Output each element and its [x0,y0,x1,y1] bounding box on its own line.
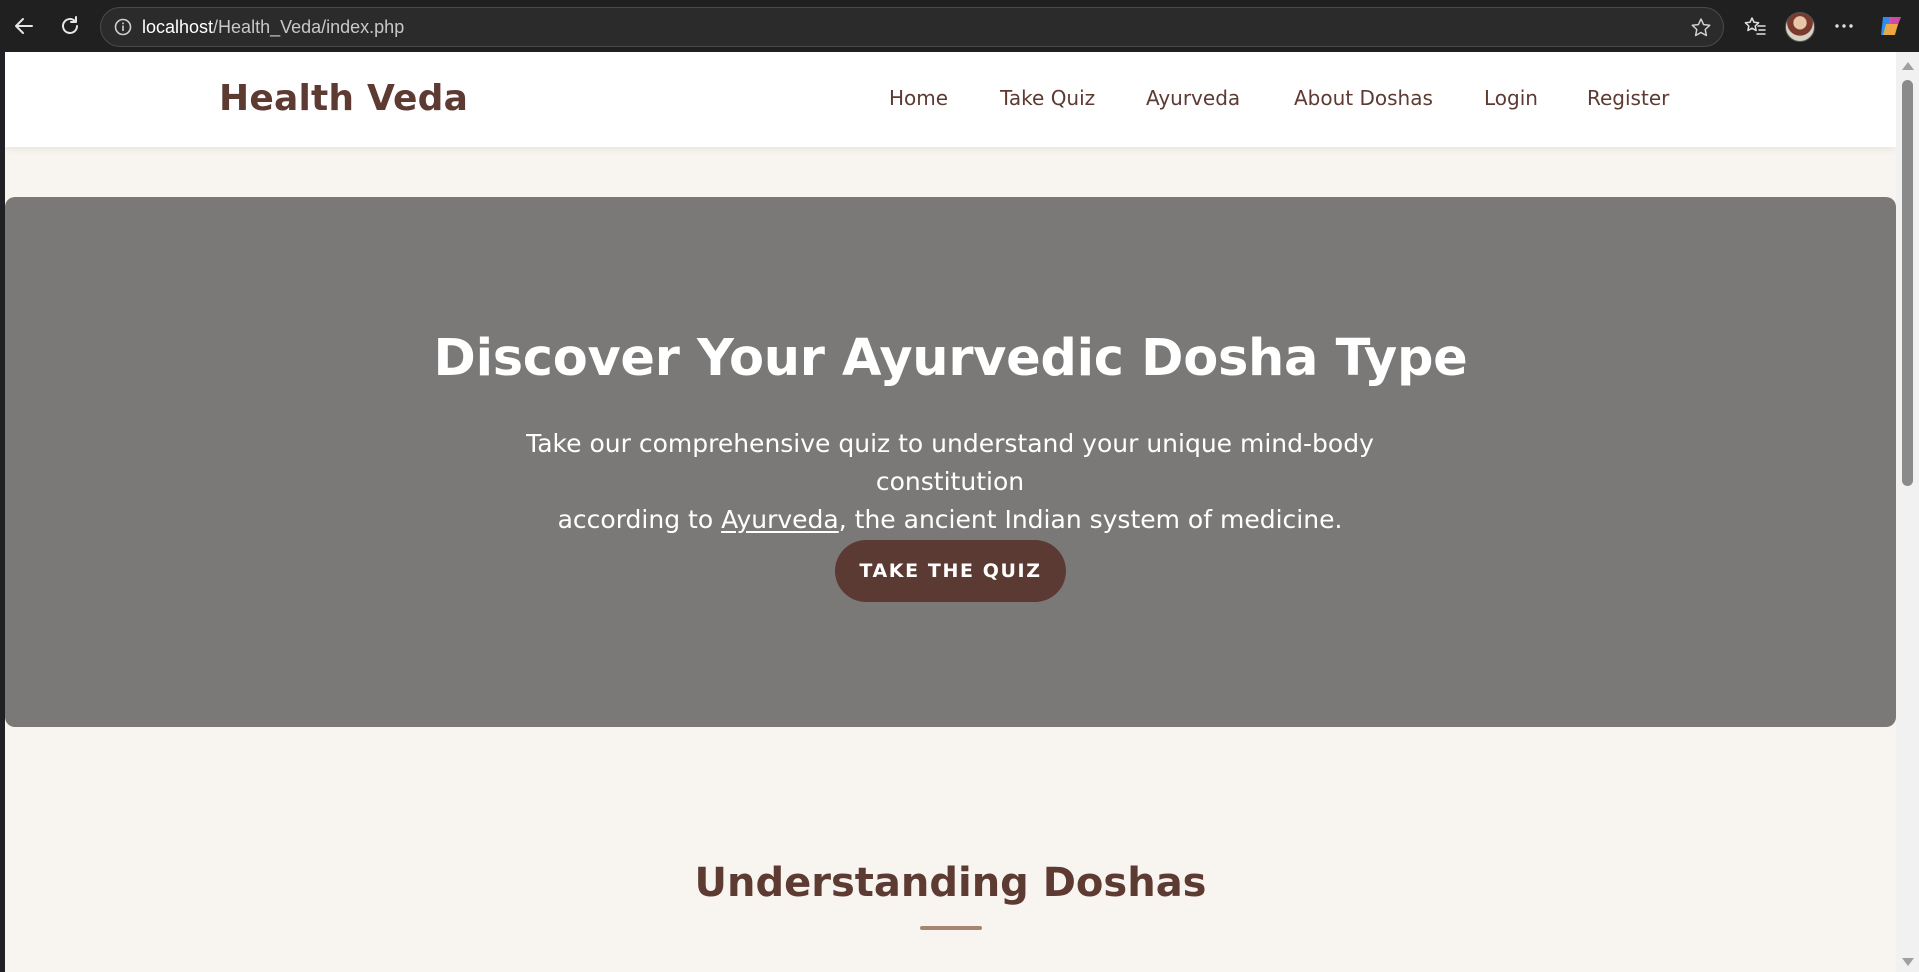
nav-about-doshas-link[interactable]: About Doshas [1294,86,1433,110]
nav-home-link[interactable]: Home [889,86,948,110]
hero-lead-post: , the ancient Indian system of medicine. [838,505,1343,534]
site-info-icon[interactable] [113,17,133,37]
nav-ayurveda-link[interactable]: Ayurveda [1146,86,1240,110]
scrollbar-thumb[interactable] [1902,80,1913,486]
hero-title: Discover Your Ayurvedic Dosha Type [433,329,1468,388]
favorite-star-icon[interactable] [1689,16,1713,40]
hero-lead-line1: Take our comprehensive quiz to understan… [526,429,1374,496]
back-arrow-icon[interactable] [8,10,40,42]
page-viewport: Health Veda Home Take Quiz Ayurveda Abou… [5,52,1896,972]
nav-login-link[interactable]: Login [1484,86,1538,110]
hero-lead: Take our comprehensive quiz to understan… [450,425,1450,539]
url-path: /Health_Veda/index.php [213,17,405,37]
url-text: localhost/Health_Veda/index.php [142,17,404,38]
take-the-quiz-button[interactable]: TAKE THE QUIZ [835,540,1066,602]
copilot-icon[interactable] [1877,12,1905,40]
section-title: Understanding Doshas [694,860,1207,906]
reload-icon[interactable] [54,10,86,42]
more-options-icon[interactable] [1830,12,1858,40]
address-bar[interactable]: localhost/Health_Veda/index.php [100,7,1724,47]
nav-register-link[interactable]: Register [1587,86,1669,110]
hero-lead-pre: according to [557,505,722,534]
hero-section: Discover Your Ayurvedic Dosha Type Take … [5,197,1896,727]
page-scrollbar[interactable] [1896,52,1919,972]
favorites-icon[interactable] [1741,12,1769,40]
scroll-up-arrow-icon[interactable] [1902,62,1914,70]
ayurveda-link[interactable]: Ayurveda [721,505,839,534]
url-host: localhost [142,17,214,37]
site-header: Health Veda Home Take Quiz Ayurveda Abou… [5,52,1896,147]
scroll-down-arrow-icon[interactable] [1902,958,1914,966]
profile-avatar[interactable] [1785,12,1815,42]
browser-toolbar: localhost/Health_Veda/index.php [0,0,1919,52]
section-title-divider [920,926,982,930]
nav-take-quiz-link[interactable]: Take Quiz [1000,86,1095,110]
site-logo[interactable]: Health Veda [219,78,468,119]
